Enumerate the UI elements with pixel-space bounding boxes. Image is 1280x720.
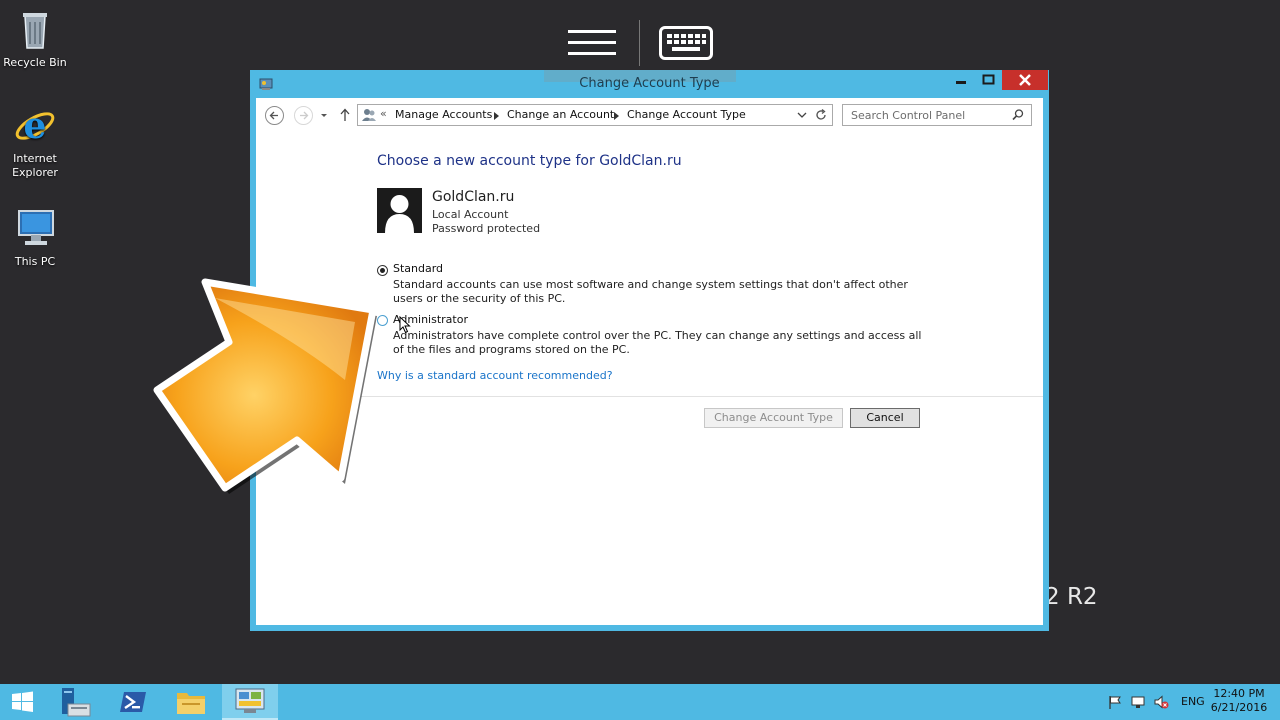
overlay-pointer-arrow-icon (153, 278, 377, 494)
close-icon (1019, 74, 1031, 86)
maximize-icon (982, 74, 995, 85)
search-box[interactable]: Search Control Panel (842, 104, 1032, 126)
toolbar-divider (639, 20, 640, 66)
address-bar[interactable]: « Manage Accounts Change an Account Chan… (357, 104, 833, 126)
folder-icon (177, 693, 205, 714)
windows-logo-icon (12, 691, 33, 712)
back-arrow-icon (269, 111, 278, 120)
search-icon[interactable] (1011, 108, 1025, 122)
administrator-description: Administrators have complete control ove… (393, 329, 922, 356)
forward-arrow-icon (300, 111, 309, 120)
user-avatar (377, 188, 422, 233)
taskbar-powershell[interactable] (112, 684, 154, 720)
breadcrumb-change-account-type[interactable]: Change Account Type (627, 108, 746, 121)
close-button[interactable] (1002, 70, 1048, 90)
page-title: Choose a new account type for GoldClan.r… (377, 153, 682, 169)
standard-label[interactable]: Standard (393, 262, 443, 275)
refresh-icon[interactable] (814, 108, 828, 122)
clock-date: 6/21/2016 (1210, 701, 1268, 714)
keyboard-icon[interactable] (659, 26, 713, 60)
back-button[interactable] (265, 106, 284, 125)
chevron-down-icon[interactable] (796, 109, 808, 121)
taskbar: ENG 12:40 PM 6/21/2016 (0, 684, 1280, 720)
account-name: GoldClan.ru (432, 189, 515, 205)
volume-muted-icon[interactable] (1153, 694, 1169, 710)
breadcrumb-manage-accounts[interactable]: Manage Accounts (395, 108, 492, 121)
taskbar-file-explorer[interactable] (170, 684, 212, 720)
forward-button[interactable] (294, 106, 313, 125)
internet-explorer-icon: e (15, 105, 55, 147)
up-arrow-icon[interactable] (339, 106, 351, 124)
change-account-type-button[interactable]: Change Account Type (704, 408, 843, 428)
minimize-button[interactable] (948, 70, 975, 90)
desktop-icon-label: Recycle Bin (3, 56, 67, 69)
user-accounts-icon (362, 109, 376, 121)
recent-locations-dropdown-icon[interactable] (319, 108, 329, 122)
breadcrumb-overflow[interactable]: « (380, 107, 387, 120)
breadcrumb-separator-icon[interactable] (494, 112, 499, 120)
action-center-flag-icon[interactable] (1107, 694, 1123, 710)
this-pc-icon (18, 210, 54, 245)
desktop-icon-label: This PC (14, 255, 56, 268)
desktop-icon-this-pc[interactable]: This PC (0, 207, 70, 269)
user-silhouette-icon (385, 195, 414, 233)
recycle-bin-icon (23, 13, 47, 49)
breadcrumb-change-an-account[interactable]: Change an Account (507, 108, 614, 121)
cancel-button[interactable]: Cancel (850, 408, 920, 428)
account-type: Local Account (432, 208, 509, 221)
why-standard-account-link[interactable]: Why is a standard account recommended? (377, 369, 613, 382)
desktop-icon-label: Internet Explorer (12, 152, 58, 179)
minimize-icon (956, 81, 966, 84)
desktop-icon-recycle-bin[interactable]: Recycle Bin (0, 8, 70, 70)
taskbar-server-manager[interactable] (54, 684, 96, 720)
svg-text:e: e (24, 105, 47, 147)
network-icon[interactable] (1130, 694, 1146, 710)
system-clock[interactable]: 12:40 PM 6/21/2016 (1208, 687, 1270, 715)
standard-description: Standard accounts can use most software … (393, 278, 908, 305)
start-button[interactable] (0, 684, 46, 720)
input-language-indicator[interactable]: ENG (1181, 695, 1205, 708)
desktop-watermark-text: 2 R2 (1045, 584, 1098, 610)
content-divider (361, 396, 1043, 397)
breadcrumb-separator-icon[interactable] (614, 112, 619, 120)
clock-time: 12:40 PM (1213, 687, 1265, 700)
powershell-icon (120, 692, 146, 712)
remote-toolbar (560, 18, 720, 68)
hamburger-menu-icon[interactable] (568, 28, 616, 58)
search-input[interactable]: Search Control Panel (851, 109, 965, 122)
taskbar-control-panel[interactable] (222, 684, 278, 720)
control-panel-icon (235, 688, 265, 713)
account-password-status: Password protected (432, 222, 541, 235)
mouse-cursor-icon (399, 316, 411, 334)
maximize-button[interactable] (975, 70, 1002, 90)
window-title: Change Account Type (579, 76, 720, 91)
desktop-icon-internet-explorer[interactable]: e Internet Explorer (0, 104, 70, 180)
server-manager-icon (62, 688, 91, 717)
